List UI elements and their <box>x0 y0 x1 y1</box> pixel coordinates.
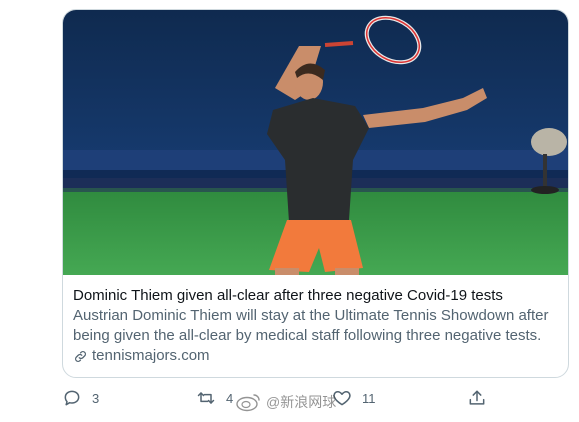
retweet-icon <box>197 392 215 404</box>
like-count: 11 <box>362 390 376 406</box>
link-preview-domain: tennismajors.com <box>73 346 558 366</box>
reply-button[interactable]: 3 <box>62 388 99 408</box>
like-button[interactable]: 11 <box>332 388 376 408</box>
tweet-action-bar: 3 4 11 <box>62 388 532 412</box>
share-button[interactable] <box>467 388 487 408</box>
retweet-button[interactable]: 4 <box>196 388 233 408</box>
tweet-body: Dominic Thiem given all-clear after thre… <box>0 0 579 422</box>
heart-icon <box>333 391 351 406</box>
reply-icon <box>64 390 80 406</box>
share-icon <box>469 390 485 405</box>
retweet-count: 4 <box>226 390 234 406</box>
link-preview-title: Dominic Thiem given all-clear after thre… <box>73 287 503 304</box>
link-preview-image[interactable] <box>63 10 569 275</box>
link-preview-card[interactable]: Dominic Thiem given all-clear after thre… <box>62 9 569 378</box>
link-preview-domain-text: tennismajors.com <box>92 347 210 364</box>
link-preview-text: Dominic Thiem given all-clear after thre… <box>73 286 558 366</box>
link-icon <box>75 350 86 362</box>
link-preview-description: Austrian Dominic Thiem will stay at the … <box>73 307 549 344</box>
reply-count: 3 <box>92 390 100 406</box>
